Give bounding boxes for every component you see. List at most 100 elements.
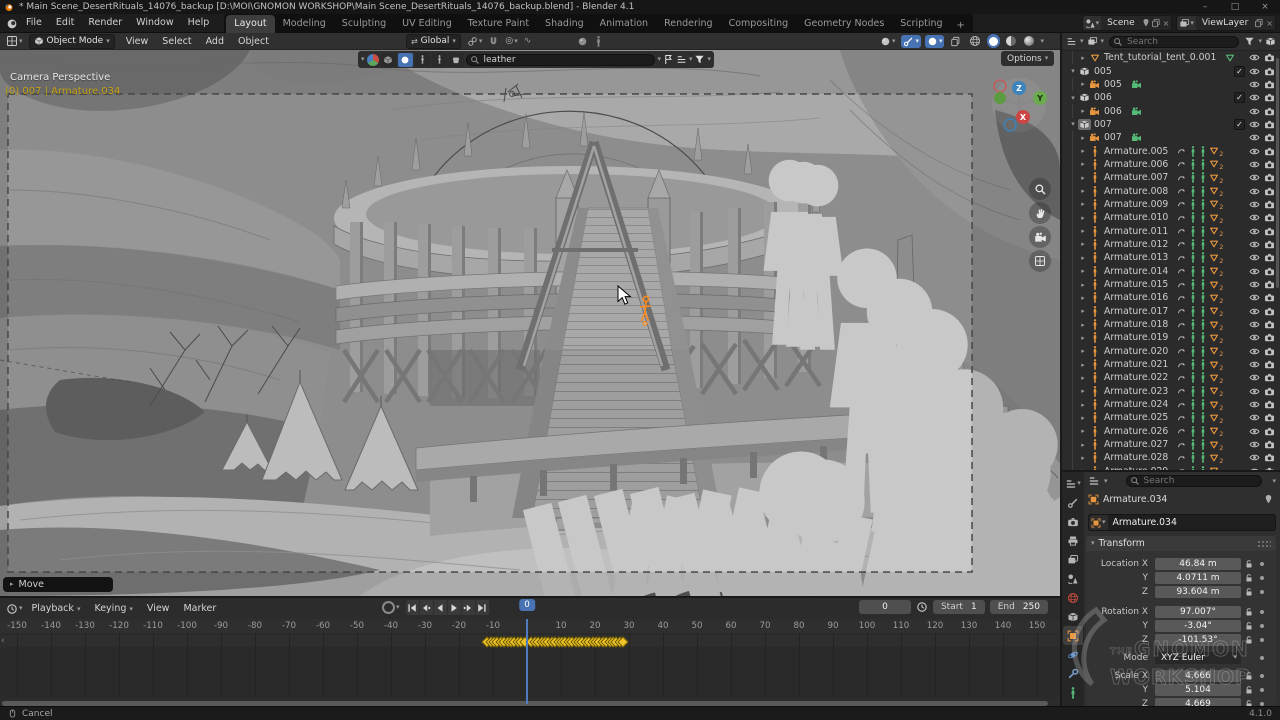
outliner-row[interactable]: ▸ Armature.027 2: [1062, 438, 1280, 451]
armature-data-icon[interactable]: [1209, 199, 1219, 209]
hide-eye-toggle[interactable]: [1249, 159, 1260, 170]
expand-arrow-icon[interactable]: ▸: [1078, 334, 1088, 342]
workspace-tab-geometry-nodes[interactable]: Geometry Nodes: [796, 15, 892, 33]
animate-dot[interactable]: [1260, 638, 1264, 642]
menu-file[interactable]: File: [19, 14, 49, 32]
armature-object-icon[interactable]: [1091, 266, 1099, 277]
properties-tab-output[interactable]: [1063, 531, 1083, 550]
properties-tab-physics[interactable]: [1063, 645, 1083, 664]
expand-arrow-icon[interactable]: ▸: [1078, 147, 1088, 155]
hide-eye-toggle[interactable]: [1249, 439, 1260, 450]
expand-arrow-icon[interactable]: ▸: [1078, 307, 1088, 315]
outliner-row[interactable]: ▸ Armature.010 2: [1062, 211, 1280, 224]
tool-dropdown-icon[interactable]: ▾: [361, 56, 365, 63]
unlink-scene-icon[interactable]: ×: [1161, 19, 1172, 28]
pose-icon[interactable]: [1199, 239, 1207, 250]
workspace-tab-uv-editing[interactable]: UV Editing: [394, 15, 460, 33]
play-reverse-button[interactable]: [434, 600, 448, 615]
close-button[interactable]: ×: [1250, 0, 1280, 14]
object-name-field[interactable]: ▾ Armature.034: [1088, 514, 1276, 531]
expand-arrow-icon[interactable]: ▸: [1078, 454, 1088, 462]
pose-icon[interactable]: [1189, 359, 1197, 370]
outliner-row[interactable]: ▸ Armature.019 2: [1062, 331, 1280, 344]
properties-options-icon[interactable]: ▾: [1272, 478, 1276, 485]
expand-arrow-icon[interactable]: ▾: [1068, 67, 1078, 75]
armature-data-icon[interactable]: [1209, 373, 1219, 383]
options-button[interactable]: Options▾: [1001, 51, 1054, 66]
lock-icon[interactable]: [1244, 621, 1254, 631]
hide-eye-toggle[interactable]: [1249, 199, 1260, 210]
armature-data-icon[interactable]: [1209, 306, 1219, 316]
lock-icon[interactable]: [1244, 607, 1254, 617]
play-button[interactable]: [448, 600, 462, 615]
timeline-collapse-icon[interactable]: ‹: [1, 636, 5, 646]
pose-icon[interactable]: [1199, 252, 1207, 263]
lock-icon[interactable]: [1244, 685, 1254, 695]
value-field[interactable]: 5.104: [1155, 684, 1241, 696]
new-collection-icon[interactable]: [1265, 36, 1276, 47]
armature-object-icon[interactable]: [1091, 186, 1099, 197]
armature-data-icon[interactable]: [1209, 253, 1219, 263]
pose-icon[interactable]: [1199, 386, 1207, 397]
shading-solid-button[interactable]: [987, 34, 1000, 48]
pose-icon[interactable]: [1189, 439, 1197, 450]
properties-tab-collection[interactable]: [1063, 607, 1083, 626]
hide-eye-toggle[interactable]: [1249, 252, 1260, 263]
expand-arrow-icon[interactable]: ▸: [1078, 200, 1088, 208]
animate-dot[interactable]: [1260, 674, 1264, 678]
camera-object-icon[interactable]: [1089, 79, 1100, 90]
render-visibility-toggle[interactable]: [1264, 79, 1275, 90]
armature-data-icon[interactable]: [1209, 346, 1219, 356]
pose-icon[interactable]: [1199, 412, 1207, 423]
frame-start-field[interactable]: Start1: [933, 600, 985, 614]
pose-icon[interactable]: [1189, 159, 1197, 170]
driver-icon[interactable]: [1177, 239, 1187, 249]
hide-eye-toggle[interactable]: [1249, 66, 1260, 77]
driver-icon[interactable]: [1177, 146, 1187, 156]
driver-icon[interactable]: [1177, 440, 1187, 450]
expand-arrow-icon[interactable]: ▸: [1078, 254, 1088, 262]
workspace-tab-rendering[interactable]: Rendering: [656, 15, 721, 33]
scene-name[interactable]: Scene: [1101, 18, 1140, 28]
properties-tab-render[interactable]: [1063, 512, 1083, 531]
pose-icon[interactable]: [1189, 426, 1197, 437]
driver-icon[interactable]: [1177, 159, 1187, 169]
render-visibility-toggle[interactable]: [1264, 186, 1275, 197]
pose-icon[interactable]: [1199, 399, 1207, 410]
render-visibility-toggle[interactable]: [1264, 412, 1275, 423]
animate-dot[interactable]: [1260, 656, 1264, 660]
expand-arrow-icon[interactable]: ▾: [1068, 94, 1078, 102]
breadcrumb-object[interactable]: Armature.034: [1103, 494, 1167, 505]
properties-tab-object-data[interactable]: [1063, 683, 1083, 702]
pan-button[interactable]: [1029, 202, 1051, 224]
armature-object-icon[interactable]: [1091, 146, 1099, 157]
render-visibility-toggle[interactable]: [1264, 239, 1275, 250]
pose-icon[interactable]: [1199, 146, 1207, 157]
armature-data-icon[interactable]: [1209, 320, 1219, 330]
armature-object-icon[interactable]: [1091, 439, 1099, 450]
hide-eye-toggle[interactable]: [1249, 412, 1260, 423]
workspace-tab-modeling[interactable]: Modeling: [275, 15, 334, 33]
search-dropdown-icon[interactable]: ▾: [657, 56, 661, 63]
armature-object-icon[interactable]: [1091, 426, 1099, 437]
hide-eye-toggle[interactable]: [1249, 386, 1260, 397]
driver-icon[interactable]: [1177, 360, 1187, 370]
pose-icon[interactable]: [1189, 306, 1197, 317]
remove-view-layer-icon[interactable]: ×: [1264, 19, 1275, 28]
outliner-row[interactable]: ▸ Armature.015 2: [1062, 278, 1280, 291]
pose-icon[interactable]: [1189, 239, 1197, 250]
pose-icon[interactable]: [1199, 439, 1207, 450]
hide-eye-toggle[interactable]: [1249, 319, 1260, 330]
value-field[interactable]: 4.666: [1155, 670, 1241, 682]
expand-arrow-icon[interactable]: ▸: [1078, 227, 1088, 235]
armature-data-icon[interactable]: [1209, 453, 1219, 463]
hide-eye-toggle[interactable]: [1249, 332, 1260, 343]
timeline-menu-playback[interactable]: Playback ▾: [25, 603, 88, 614]
armature-object-icon[interactable]: [1091, 372, 1099, 383]
outliner-row[interactable]: ▾ 006 ✓: [1062, 91, 1280, 104]
material-search-input[interactable]: [466, 54, 656, 66]
render-visibility-toggle[interactable]: [1264, 399, 1275, 410]
workspace-tab-texture-paint[interactable]: Texture Paint: [460, 15, 537, 33]
armature-data-icon[interactable]: [1209, 266, 1219, 276]
expand-arrow-icon[interactable]: ▾: [1068, 120, 1078, 128]
